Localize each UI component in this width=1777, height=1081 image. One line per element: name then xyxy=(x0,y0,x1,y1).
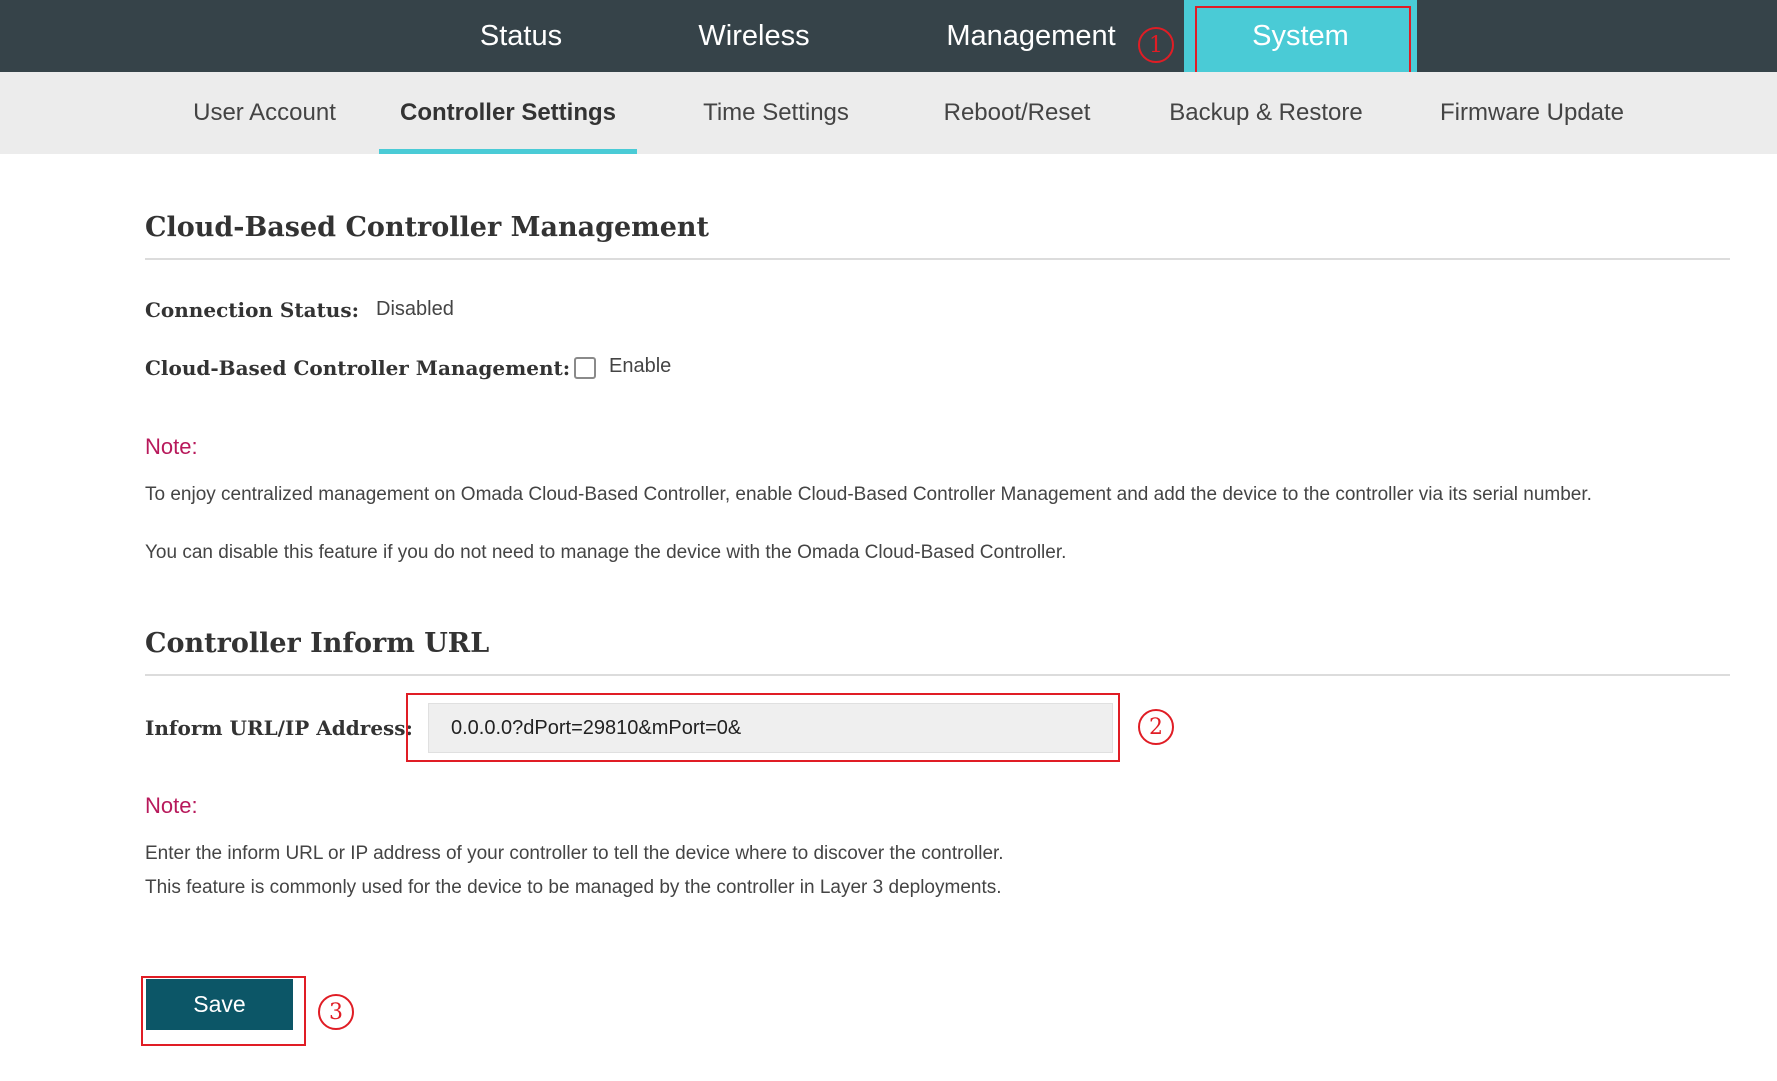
callout-box-save xyxy=(141,976,306,1046)
inform-url-label: Inform URL/IP Address: xyxy=(145,716,413,740)
callout-box-system-tab xyxy=(1195,6,1411,75)
inform-note-title: Note: xyxy=(145,793,198,818)
tab-status[interactable]: Status xyxy=(455,0,587,72)
cloud-note-line-2: You can disable this feature if you do n… xyxy=(145,542,1067,563)
subtab-user-account[interactable]: User Account xyxy=(177,72,352,154)
connection-status-value: Disabled xyxy=(376,298,454,320)
callout-number-2: 2 xyxy=(1138,709,1174,745)
top-nav: Status Wireless Management System xyxy=(0,0,1777,72)
inform-note-line-1: Enter the inform URL or IP address of yo… xyxy=(145,843,1004,864)
tab-management[interactable]: Management xyxy=(936,0,1126,72)
enable-checkbox[interactable] xyxy=(574,357,596,379)
subtab-reboot-reset[interactable]: Reboot/Reset xyxy=(932,72,1102,154)
subtab-controller-settings-label: Controller Settings xyxy=(399,99,616,126)
cloud-note-line-1: To enjoy centralized management on Omada… xyxy=(145,484,1592,505)
active-tab-underline xyxy=(379,149,637,154)
cloud-section-divider xyxy=(145,258,1730,260)
subtab-firmware-update[interactable]: Firmware Update xyxy=(1425,72,1639,154)
sub-nav: User Account Controller Settings Time Se… xyxy=(0,72,1777,154)
inform-section-divider xyxy=(145,674,1730,676)
callout-number-1: 1 xyxy=(1138,27,1174,63)
cloud-section-title: Cloud-Based Controller Management xyxy=(145,212,710,243)
cloud-note-title: Note: xyxy=(145,434,198,459)
inform-note-line-2: This feature is commonly used for the de… xyxy=(145,877,1002,898)
callout-box-inform-url xyxy=(406,693,1120,762)
inform-section-title: Controller Inform URL xyxy=(145,628,490,659)
subtab-controller-settings[interactable]: Controller Settings xyxy=(379,72,637,154)
callout-number-3: 3 xyxy=(318,994,354,1030)
cloud-mgmt-label: Cloud-Based Controller Management: xyxy=(145,356,571,380)
tab-wireless[interactable]: Wireless xyxy=(688,0,820,72)
enable-label[interactable]: Enable xyxy=(609,355,671,378)
connection-status-label: Connection Status: xyxy=(145,298,359,322)
subtab-backup-restore[interactable]: Backup & Restore xyxy=(1158,72,1374,154)
subtab-time-settings[interactable]: Time Settings xyxy=(686,72,866,154)
